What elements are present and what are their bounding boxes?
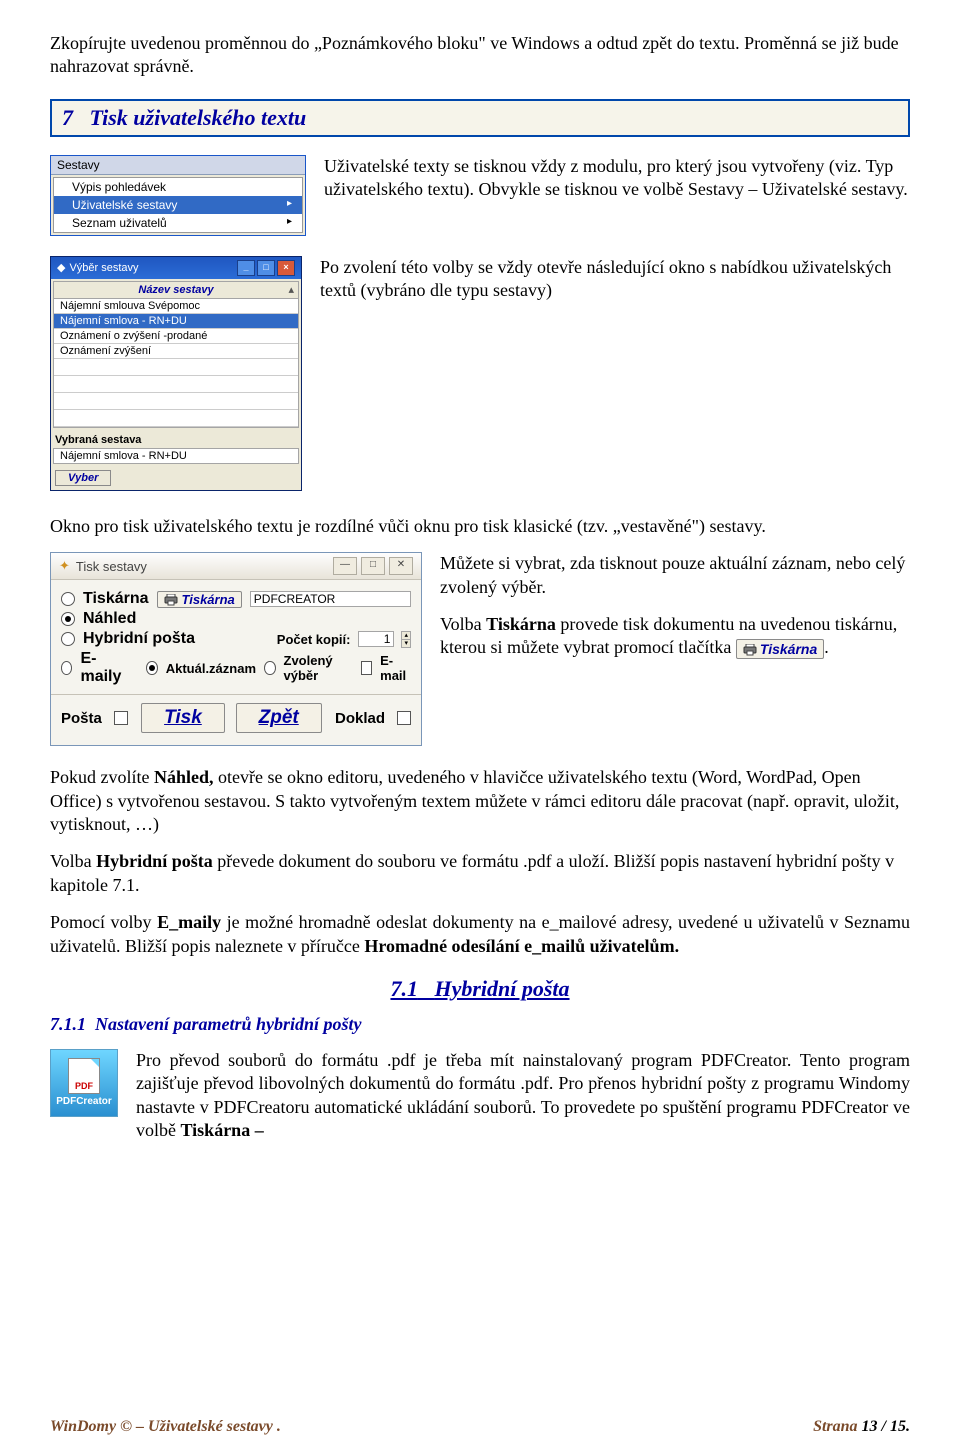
heading-7-1-1: 7.1.1 Nastavení parametrů hybridní pošty bbox=[50, 1014, 910, 1035]
menu-item: Seznam uživatelů▸ bbox=[54, 214, 302, 232]
close-icon: ✕ bbox=[389, 557, 413, 575]
window-icon: ◆ bbox=[57, 261, 65, 274]
heading-7-1: 7.1 Hybridní pošta bbox=[50, 976, 910, 1002]
checkbox-doklad bbox=[397, 711, 411, 725]
footer-left: WinDomy © – Uživatelské sestavy . bbox=[50, 1418, 281, 1436]
spinner-icon: ▴▾ bbox=[401, 631, 411, 648]
close-icon: × bbox=[277, 260, 295, 276]
tisk-window-title: Tisk sestavy bbox=[76, 559, 147, 574]
doklad-label: Doklad bbox=[335, 710, 385, 727]
grid-header: Název sestavy bbox=[138, 284, 213, 296]
radio-zvoleny-vyber bbox=[264, 661, 275, 675]
option-aktual-label: Aktuál.záznam bbox=[166, 661, 256, 676]
radio-aktual-zaznam bbox=[146, 661, 157, 675]
tisk-button: Tisk bbox=[141, 703, 225, 733]
screenshot-sestavy-menu: Sestavy Výpis pohledávek Uživatelské ses… bbox=[50, 155, 306, 236]
window-title: Výběr sestavy bbox=[69, 262, 138, 274]
pdfcreator-icon: PDF PDFCreator bbox=[50, 1049, 118, 1117]
window-icon: ✦ bbox=[59, 558, 70, 574]
paragraph-nahled: Pokud zvolíte Náhled, otevře se okno edi… bbox=[50, 766, 910, 836]
pdfcreator-icon-label: PDFCreator bbox=[56, 1096, 112, 1107]
paragraph-okno: Okno pro tisk uživatelského textu je roz… bbox=[50, 515, 910, 538]
vybrana-sestava-label: Vybraná sestava bbox=[51, 430, 301, 446]
checkbox-email-label: E-mail bbox=[380, 653, 411, 683]
menu-item-selected: Uživatelské sestavy▸ bbox=[54, 196, 302, 214]
footer-right: Strana 13 / 15. bbox=[813, 1418, 910, 1436]
checkbox-email bbox=[361, 661, 372, 675]
pocet-kopii-label: Počet kopií: bbox=[277, 632, 351, 647]
option-nahled-label: Náhled bbox=[83, 610, 136, 628]
checkbox-posta bbox=[114, 711, 128, 725]
option-zvoleny-label: Zvolený výběr bbox=[284, 653, 353, 683]
printer-icon bbox=[743, 640, 757, 658]
page-footer: WinDomy © – Uživatelské sestavy . Strana… bbox=[50, 1418, 910, 1436]
intro-paragraph: Zkopírujte uvedenou proměnnou do „Poznám… bbox=[50, 32, 910, 79]
radio-hybrid bbox=[61, 632, 75, 646]
zpet-button: Zpět bbox=[236, 703, 322, 733]
radio-emaily bbox=[61, 661, 72, 675]
menu-tab-sestavy: Sestavy bbox=[51, 156, 305, 175]
vyber-button: Vyber bbox=[55, 470, 111, 486]
posta-label: Pošta bbox=[61, 710, 102, 727]
grid-row: Oznámení zvýšení bbox=[54, 344, 298, 359]
minimize-icon: — bbox=[333, 557, 357, 575]
side-paragraph-2: Volba Tiskárna provede tisk dokumentu na… bbox=[440, 613, 910, 660]
grid-row-selected: Nájemní smlova - RN+DU bbox=[54, 314, 298, 329]
vybrana-sestava-value: Nájemní smlova - RN+DU bbox=[53, 448, 299, 464]
screenshot-tisk-sestavy: ✦ Tisk sestavy — □ ✕ Tiskárna Tiskár bbox=[50, 552, 422, 746]
menu-item: Výpis pohledávek bbox=[54, 178, 302, 196]
option-tiskarna-label: Tiskárna bbox=[83, 590, 149, 608]
heading-7-number: 7 bbox=[62, 105, 73, 130]
radio-tiskarna bbox=[61, 592, 75, 606]
heading-7-title: Tisk uživatelského textu bbox=[90, 105, 307, 130]
printer-icon bbox=[164, 592, 178, 607]
paragraph-emaily: Pomocí volby E_maily je možné hromadně o… bbox=[50, 911, 910, 958]
radio-nahled bbox=[61, 612, 75, 626]
paragraph-hybrid: Volba Hybridní pošta převede dokument do… bbox=[50, 850, 910, 897]
paragraph-after-vyber: Po zvolení této volby se vždy otevře nás… bbox=[320, 256, 910, 303]
heading-7-box: 7 Tisk uživatelského textu bbox=[50, 99, 910, 137]
grid-row: Oznámení o zvýšení -prodané bbox=[54, 329, 298, 344]
minimize-icon: _ bbox=[237, 260, 255, 276]
paragraph-pdfcreator: Pro převod souborů do formátu .pdf je tř… bbox=[136, 1049, 910, 1143]
maximize-icon: □ bbox=[361, 557, 385, 575]
paragraph-after-heading-7: Uživatelské texty se tisknou vždy z modu… bbox=[324, 155, 910, 202]
option-emaily-label: E-maily bbox=[80, 650, 125, 686]
pocet-kopii-value: 1 bbox=[358, 631, 394, 647]
grid-row: Nájemní smlouva Svépomoc bbox=[54, 299, 298, 314]
option-hybrid-label: Hybridní pošta bbox=[83, 630, 195, 648]
inline-tiskarna-button: Tiskárna bbox=[736, 639, 824, 659]
tiskarna-button: Tiskárna bbox=[157, 591, 242, 608]
printer-name-field: PDFCREATOR bbox=[250, 591, 411, 607]
maximize-icon: □ bbox=[257, 260, 275, 276]
screenshot-vyber-sestavy: ◆ Výběr sestavy _ □ × Název sestavy ▴ Ná… bbox=[50, 256, 302, 491]
side-paragraph-1: Můžete si vybrat, zda tisknout pouze akt… bbox=[440, 552, 910, 599]
